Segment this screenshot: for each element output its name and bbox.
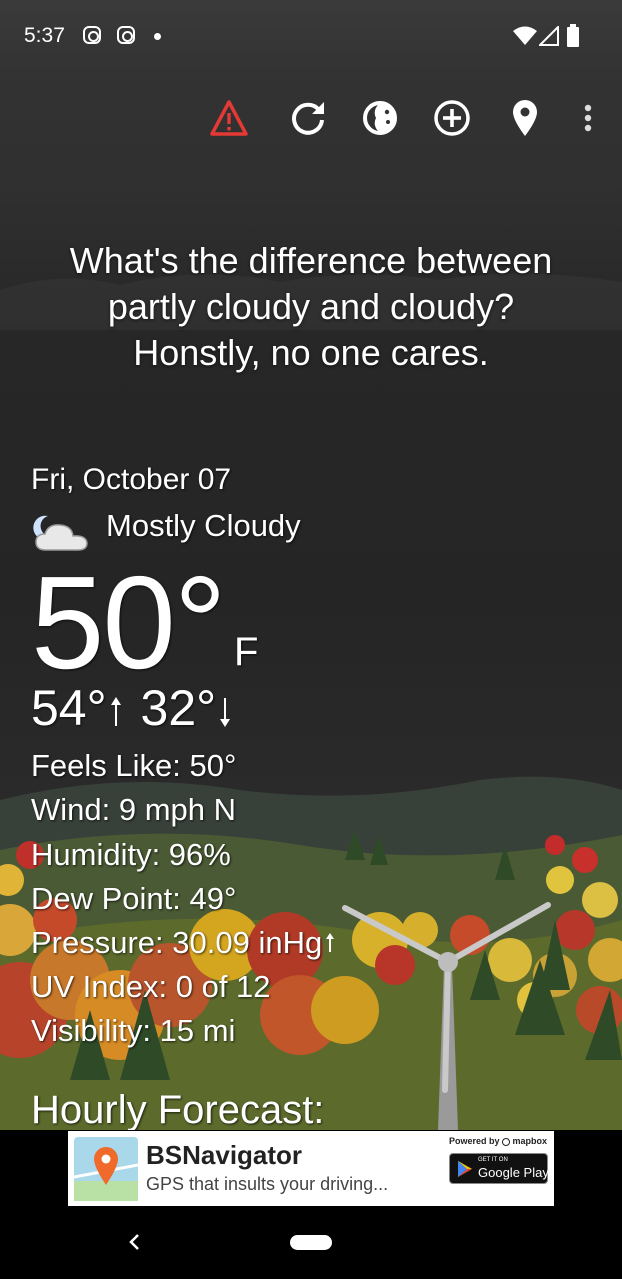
add-location-button[interactable]	[430, 96, 474, 140]
ad-subtitle: GPS that insults your driving...	[146, 1174, 389, 1194]
humidity: Humidity: 96%	[31, 837, 231, 872]
current-temperature: 50°	[31, 549, 227, 696]
add-location-icon	[434, 100, 470, 136]
overflow-menu-button[interactable]	[566, 96, 610, 140]
refresh-button[interactable]	[286, 96, 330, 140]
navigation-bar	[0, 1206, 622, 1279]
visibility: Visibility: 15 mi	[31, 1013, 236, 1048]
alert-button[interactable]	[207, 96, 251, 140]
arrow-up-icon	[110, 697, 121, 726]
app-icon	[74, 1137, 138, 1201]
back-icon[interactable]	[125, 1232, 145, 1252]
alert-triangle-icon	[210, 100, 248, 136]
high-temp: 54°	[31, 680, 107, 736]
mapbox-brand: mapbox	[512, 1136, 548, 1146]
instagram-icon	[117, 26, 135, 44]
quote-line-1: What's the difference between	[69, 240, 553, 281]
arrow-down-icon	[220, 698, 231, 727]
weather-app-screen: 5:37 What's the difference between partl…	[0, 0, 622, 1130]
powered-by-label: Powered by	[449, 1136, 500, 1146]
wifi-icon	[513, 26, 537, 45]
feels-like: Feels Like: 50°	[31, 748, 237, 783]
home-pill-icon[interactable]	[290, 1235, 332, 1250]
location-pin-icon	[513, 100, 537, 136]
pressure: Pressure: 30.09 inHg	[31, 925, 335, 961]
refresh-icon	[292, 102, 324, 135]
signal-icon	[539, 26, 559, 46]
snarky-quote: What's the difference between partly clo…	[20, 238, 602, 376]
uv-index: UV Index: 0 of 12	[31, 969, 271, 1004]
location-button[interactable]	[503, 96, 547, 140]
weather-condition: Mostly Cloudy	[106, 508, 301, 543]
pressure-value: Pressure: 30.09 inHg	[31, 925, 323, 960]
google-play-icon	[458, 1161, 472, 1177]
powered-by: Powered by mapbox	[449, 1136, 547, 1146]
ad-banner[interactable]: BSNavigator GPS that insults your drivin…	[68, 1131, 554, 1206]
low-temp: 32°	[140, 680, 217, 736]
dew-point: Dew Point: 49°	[31, 881, 237, 916]
dot-icon	[154, 33, 161, 40]
battery-icon	[567, 24, 579, 47]
theme-button[interactable]	[358, 96, 402, 140]
high-low-temps: 54° 32°	[31, 680, 232, 736]
pressure-rising-icon	[326, 933, 335, 952]
overflow-menu-icon	[584, 104, 592, 132]
temperature-unit: F	[234, 630, 259, 674]
store-name: Google Play	[478, 1165, 549, 1180]
status-bar: 5:37	[0, 0, 622, 72]
wind: Wind: 9 mph N	[31, 792, 237, 827]
forecast-date: Fri, October 07	[31, 463, 232, 496]
instagram-icon	[83, 26, 101, 44]
google-play-button[interactable]: GET IT ON Google Play	[449, 1153, 549, 1184]
quote-line-3: Honstly, no one cares.	[133, 332, 489, 373]
ad-title: BSNavigator	[146, 1140, 303, 1170]
theme-icon	[363, 101, 397, 135]
store-get-it-on: GET IT ON	[478, 1157, 508, 1163]
status-time: 5:37	[24, 24, 65, 47]
quote-line-2: partly cloudy and cloudy?	[107, 286, 515, 327]
hourly-forecast-heading: Hourly Forecast:	[31, 1088, 325, 1130]
mapbox-logo-icon	[502, 1138, 511, 1146]
